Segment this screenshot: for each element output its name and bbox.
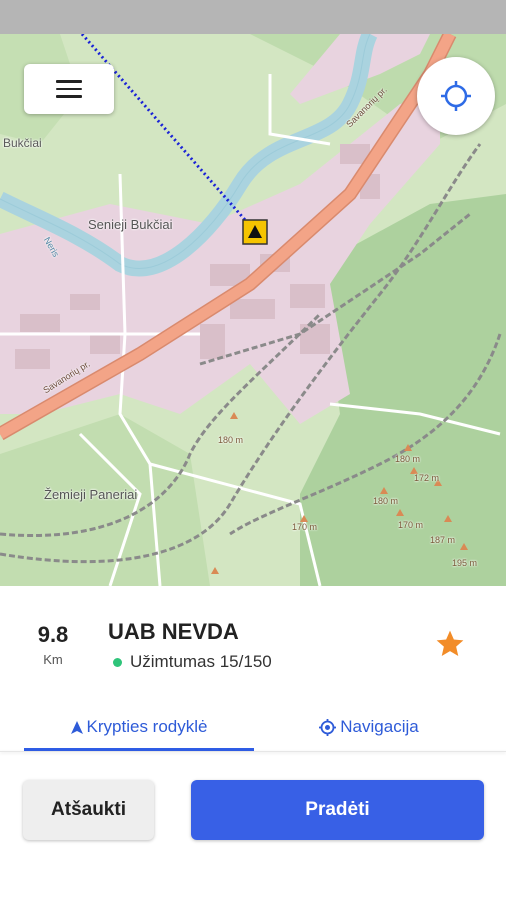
- distance-value: 9.8: [37, 622, 69, 647]
- tab-navigation-label: Navigacija: [340, 717, 419, 736]
- occupancy-text: Užimtumas 15/150: [130, 652, 272, 671]
- tabs-divider: [0, 751, 506, 752]
- distance-unit: Km: [43, 652, 63, 667]
- place-name: UAB NEVDA: [108, 619, 239, 644]
- map-label-zemieji-paneriai: Žemieji Paneriai: [44, 487, 138, 502]
- menu-button[interactable]: [24, 64, 114, 114]
- navigation-target-icon: [319, 718, 337, 736]
- map-label-elevation: 172 m: [414, 473, 440, 483]
- hamburger-menu-icon: [56, 80, 82, 98]
- start-button[interactable]: Pradėti: [191, 780, 484, 840]
- map-label-elevation: 180 m: [218, 435, 244, 445]
- map-label-elevation: 170 m: [292, 522, 318, 532]
- occupancy-status: Užimtumas 15/150: [113, 652, 272, 672]
- tab-directions[interactable]: Krypties rodyklė: [24, 703, 254, 751]
- arrow-up-icon: [70, 720, 83, 734]
- map-label-elevation: 180 m: [395, 454, 421, 464]
- map-label-elevation: 180 m: [373, 496, 399, 506]
- map-label-elevation: 187 m: [430, 535, 456, 545]
- status-dot-icon: [113, 657, 122, 667]
- crosshair-location-icon: [441, 81, 471, 111]
- map-label-senieji-bukciai: Senieji Bukčiai: [88, 217, 173, 232]
- tab-directions-label: Krypties rodyklė: [86, 717, 208, 736]
- map-label-bukciai: Bukčiai: [3, 136, 42, 150]
- locate-me-button[interactable]: [417, 57, 495, 135]
- cancel-button[interactable]: Atšaukti: [23, 780, 154, 840]
- star-icon[interactable]: [434, 628, 466, 660]
- map-label-elevation: 195 m: [452, 558, 478, 568]
- map-label-elevation: 170 m: [398, 520, 424, 530]
- destination-marker-icon[interactable]: [242, 219, 268, 245]
- tab-navigation[interactable]: Navigacija: [254, 703, 484, 751]
- status-bar: [0, 0, 506, 34]
